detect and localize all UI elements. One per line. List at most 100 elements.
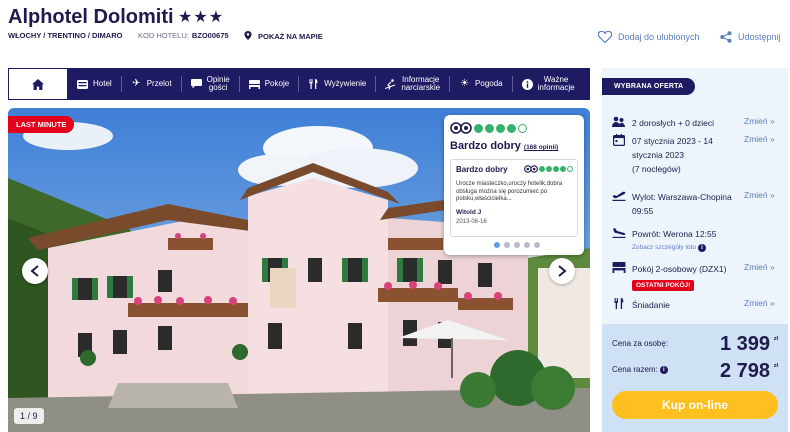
bed-icon [612,262,626,273]
price-per-person: 1 399 [719,333,770,355]
share-button[interactable]: Udostępnij [720,31,781,43]
hotel-stars: ★★★ [178,9,225,26]
change-room-link[interactable]: Zmień » [744,262,775,272]
gallery-prev-button[interactable] [22,258,48,284]
rating-dot [485,123,494,133]
chevron-left-icon [30,265,39,277]
chat-icon [190,79,202,89]
reviews-card[interactable]: Bardzo dobry (168 opinii) Bardzo dobry Ur… [444,115,584,255]
rating-dot [496,123,505,133]
offer-return-value: Powrót: Werona 12:55 [632,229,717,239]
hotel-code-value: BZO00675 [191,31,229,40]
offer-room-value: Pokój 2-osobowy (DZX1) [632,264,727,274]
offer-dates-line2: stycznia 2023 [632,150,684,160]
tab-ski-info[interactable]: Informacje narciarskie [376,76,451,92]
home-icon [32,78,44,90]
change-board-link[interactable]: Zmień » [744,298,775,308]
price-box: Cena za osobę: 1 399 zł Cena razem: i 2 7… [602,324,788,432]
review-summary: Bardzo dobry (168 opinii) [450,140,558,152]
tab-important-info[interactable]: Ważne informacje [513,76,584,92]
tab-info-label-2: informacje [537,83,575,92]
add-to-favorites-button[interactable]: Dodaj do ulubionych [598,31,700,43]
offer-guests: 2 dorosłych + 0 dzieci [612,116,714,130]
review-pagination[interactable] [494,242,540,248]
offer-departure-value: Wylot: Warszawa-Chopina 09:55 [632,190,732,218]
offer-departure-line2: 09:55 [632,206,654,216]
price-total-label-text: Cena razem: [612,365,658,374]
rating-dot [553,166,559,172]
gallery-next-button[interactable] [549,258,575,284]
review-item-title: Bardzo dobry [456,165,508,174]
tab-weather[interactable]: ☀ Pogoda [450,76,513,92]
tripadvisor-owl-icon [450,122,472,134]
hotel-name: Alphotel Dolomiti [8,6,174,28]
review-item-dots [539,166,573,172]
change-flight-link[interactable]: Zmień » [744,190,775,200]
price-per-person-label: Cena za osobę: [612,339,669,348]
tab-home[interactable] [8,68,68,100]
offer-return: Powrót: Werona 12:55 [612,227,716,241]
last-room-badge-row: OSTATNI POKÓJ! [632,280,695,291]
flight-details-label: Zobacz szczegóły lotu [632,244,696,251]
review-page-dot[interactable] [504,242,510,248]
map-pin-icon [244,31,252,40]
buy-online-button[interactable]: Kup on-line [612,391,778,419]
photo-gallery[interactable]: LAST MINUTE 1 / 9 Bardzo dobry (168 opini… [8,108,590,432]
review-item-author: Witold J [456,209,482,216]
share-label: Udostępnij [738,32,781,42]
tab-flight[interactable]: ✈ Przelot [122,76,182,92]
review-page-dot[interactable] [534,242,540,248]
plane-takeoff-icon [612,191,626,201]
offer-room: Pokój 2-osobowy (DZX1) [612,262,726,276]
review-page-dot[interactable] [514,242,520,248]
tab-board-label: Wyżywienie [324,79,367,88]
rating-dot [539,166,545,172]
tab-ski-label-2: narciarskie [401,83,441,92]
price-total: 2 798 [719,360,770,382]
rating-dot [560,166,566,172]
show-map-link[interactable]: POKAŻ NA MAPIE [244,31,323,41]
hotel-icon [77,79,88,89]
plane-landing-icon [612,228,626,238]
tab-rooms[interactable]: Pokoje [240,76,300,92]
info-icon[interactable]: i [659,365,668,374]
rating-dot [567,166,573,172]
breadcrumb[interactable]: WŁOCHY / TRENTINO / DIMARO [8,31,122,40]
tab-board[interactable]: Wyżywienie [299,76,377,92]
people-icon [612,116,625,127]
offer-sidebar: WYBRANA OFERTA 2 dorosłych + 0 dzieci Zm… [602,68,788,432]
change-guests-link[interactable]: Zmień » [744,116,775,126]
price-total-label: Cena razem: i [612,365,668,374]
share-icon [720,31,732,43]
review-item-date: 2013-06-16 [456,219,487,225]
hotel-code: KOD HOTELU: BZO00675 [138,31,229,40]
flight-details-link[interactable]: Zobacz szczegóły lotu i [632,244,706,252]
rating-dot [474,123,483,133]
chevron-right-icon [558,265,567,277]
tab-reviews[interactable]: Opinie gości [182,76,240,92]
rating-dots [474,123,527,133]
tab-rooms-label: Pokoje [264,79,290,88]
sun-icon: ☀ [460,78,470,89]
bed-icon [248,79,260,89]
offer-departure-line1: Wylot: Warszawa-Chopina [632,192,732,202]
review-summary-label: Bardzo dobry [450,140,521,152]
tab-hotel-label: Hotel [93,79,112,88]
change-dates-link[interactable]: Zmień » [744,134,775,144]
review-count-link[interactable]: (168 opinii) [524,144,558,151]
tab-hotel[interactable]: Hotel [68,76,122,92]
offer-dates-value: 07 stycznia 2023 - 14 stycznia 2023 (7 noc… [632,134,713,176]
tab-reviews-label-2: gości [208,83,228,92]
offer-guests-value: 2 dorosłych + 0 dzieci [632,118,714,128]
price-total-currency: zł [773,363,778,369]
ski-icon [385,78,396,90]
tripadvisor-rating [450,122,527,134]
offer-dates: 07 stycznia 2023 - 14 stycznia 2023 (7 noc… [612,134,713,176]
review-page-dot[interactable] [494,242,500,248]
review-page-dot[interactable] [524,242,530,248]
heart-icon [598,31,612,43]
info-icon[interactable]: i [697,244,706,252]
show-map-label: POKAŻ NA MAPIE [258,32,323,41]
offer-departure: Wylot: Warszawa-Chopina 09:55 [612,190,732,218]
last-room-badge: OSTATNI POKÓJ! [632,280,695,291]
